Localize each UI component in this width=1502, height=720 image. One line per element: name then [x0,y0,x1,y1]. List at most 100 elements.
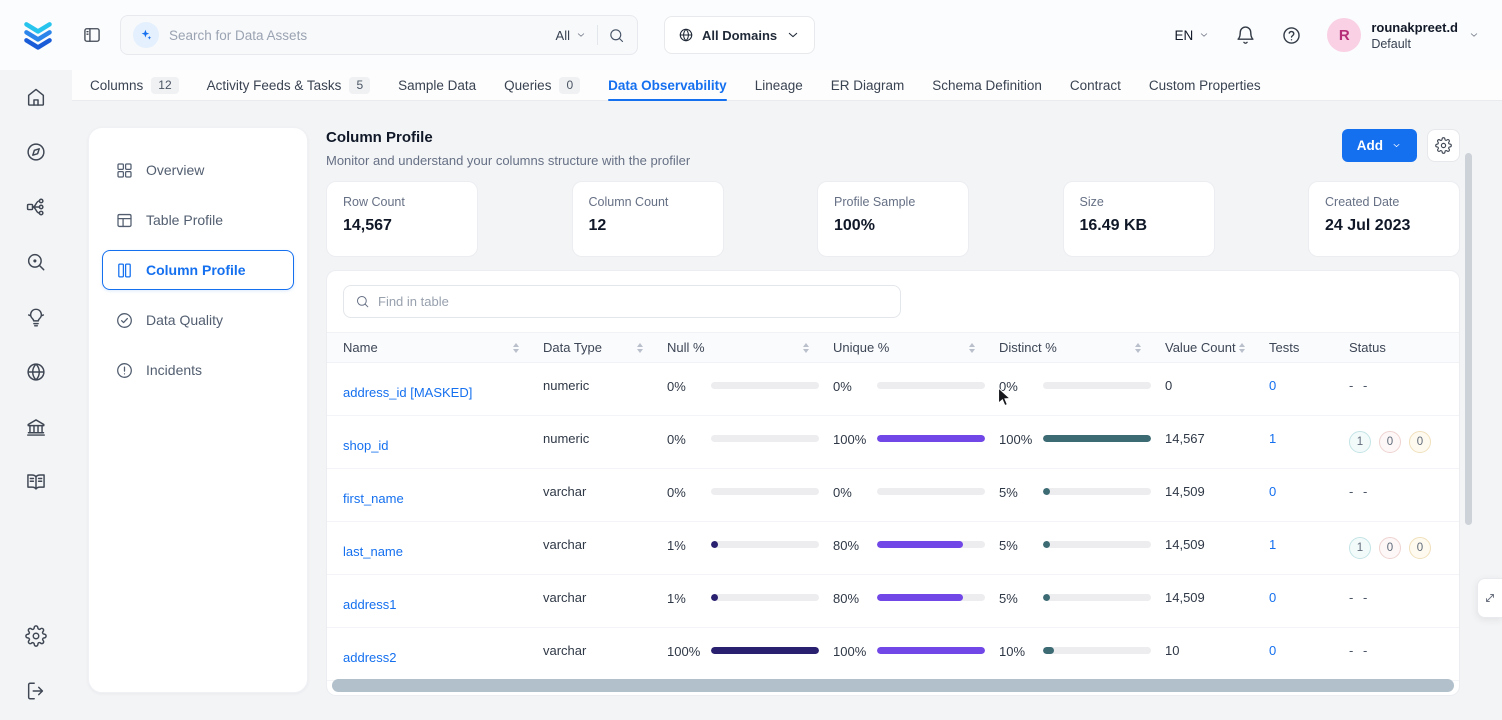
tests-link[interactable]: 0 [1269,643,1276,658]
column-header-null[interactable]: Null % [667,340,833,355]
tab-label: Sample Data [398,78,476,93]
column-name-link[interactable]: address_id [MASKED] [343,385,472,400]
user-menu[interactable]: R rounakpreet.d Default [1327,18,1480,52]
unique-bar-fill [877,435,985,442]
status-cell: 100 [1349,431,1459,453]
tests-link[interactable]: 0 [1269,590,1276,605]
rail-item-lineage[interactable] [25,196,47,218]
distinct-value: 5% [999,537,1035,556]
user-team: Default [1371,37,1458,51]
tab-columns[interactable]: Columns12 [90,70,179,100]
sort-icon[interactable] [1239,343,1245,353]
distinct-bar [1043,488,1151,495]
tests-cell: 0 [1269,643,1349,658]
tab-label: Schema Definition [932,78,1042,93]
sort-icon[interactable] [637,343,643,353]
value-count-cell: 14,509 [1165,590,1269,605]
rail-item-glossary[interactable] [25,471,47,493]
find-in-table-input[interactable] [378,294,889,309]
ai-sparkle-icon[interactable] [133,22,159,48]
tab-activity-feeds-tasks[interactable]: Activity Feeds & Tasks5 [207,70,370,100]
column-header-tests[interactable]: Tests [1269,340,1349,355]
tab-queries[interactable]: Queries0 [504,70,580,100]
rail-item-insights[interactable] [25,306,47,328]
page-subtitle: Monitor and understand your columns stru… [326,153,690,168]
column-header-name[interactable]: Name [343,340,543,355]
rail-item-logout[interactable] [25,680,47,702]
vertical-scrollbar[interactable] [1465,153,1472,525]
sort-icon[interactable] [969,343,975,353]
column-header-distinct[interactable]: Distinct % [999,340,1165,355]
column-name-link[interactable]: address1 [343,597,396,612]
sort-icon[interactable] [513,343,519,353]
column-header-data-type[interactable]: Data Type [543,340,667,355]
column-name-link[interactable]: address2 [343,650,396,665]
null-cell: 100% [667,643,833,662]
sidebar-toggle-icon[interactable] [82,25,102,45]
global-search-input[interactable] [169,28,546,43]
sidebar-item-incidents[interactable]: Incidents [102,350,294,390]
unique-bar-fill [877,541,963,548]
tests-link[interactable]: 1 [1269,537,1276,552]
rail-main-group [25,86,47,493]
search-scope-dropdown[interactable]: All [556,28,587,43]
notifications-bell-icon[interactable] [1235,25,1256,46]
null-cell: 1% [667,590,833,609]
sort-icon[interactable] [803,343,809,353]
tab-custom-properties[interactable]: Custom Properties [1149,70,1261,100]
null-bar [711,488,819,495]
status-cell: - - [1349,378,1459,393]
tab-label: ER Diagram [831,78,905,93]
tab-data-observability[interactable]: Data Observability [608,70,727,100]
unique-cell: 0% [833,378,999,397]
column-header-label: Name [343,340,378,355]
sidebar-item-table-profile[interactable]: Table Profile [102,200,294,240]
status-cell: - - [1349,484,1459,499]
language-selector[interactable]: EN [1175,28,1211,43]
unique-value: 80% [833,537,869,556]
distinct-cell: 5% [999,484,1165,503]
column-header-unique[interactable]: Unique % [833,340,999,355]
find-row [327,271,1459,332]
null-value: 1% [667,537,703,556]
content-area: Overview Table Profile Column Profile Data … [72,101,1502,720]
add-button[interactable]: Add [1342,129,1417,162]
tests-link[interactable]: 1 [1269,431,1276,446]
unique-bar [877,488,985,495]
distinct-bar-fill [1043,435,1151,442]
tab-lineage[interactable]: Lineage [755,70,803,100]
tab-contract[interactable]: Contract [1070,70,1121,100]
column-name-link[interactable]: first_name [343,491,404,506]
rail-item-govern[interactable] [25,416,47,438]
stat-label: Column Count [589,195,707,209]
tab-er-diagram[interactable]: ER Diagram [831,70,905,100]
column-header-label: Unique % [833,340,889,355]
help-icon[interactable] [1281,25,1302,46]
sort-icon[interactable] [1135,343,1141,353]
column-name-link[interactable]: shop_id [343,438,389,453]
table-row: last_namevarchar1%80%5%14,5091100 [327,522,1459,575]
sidebar-item-overview[interactable]: Overview [102,150,294,190]
rail-item-observability[interactable] [25,251,47,273]
horizontal-scrollbar[interactable] [332,679,1454,692]
search-icon[interactable] [608,27,625,44]
rail-item-home[interactable] [25,86,47,108]
column-header-status[interactable]: Status [1349,340,1459,355]
column-name-link[interactable]: last_name [343,544,403,559]
settings-gear-button[interactable] [1427,129,1460,162]
rail-item-domains[interactable] [25,361,47,383]
domains-selector[interactable]: All Domains [664,16,815,54]
column-header-label: Value Count [1165,340,1236,355]
rail-item-explore[interactable] [25,141,47,163]
sidebar-item-column-profile[interactable]: Column Profile [102,250,294,290]
column-header-value-count[interactable]: Value Count [1165,340,1269,355]
rail-item-settings[interactable] [25,625,47,647]
tests-link[interactable]: 0 [1269,484,1276,499]
rail-bottom-group [25,625,47,702]
tests-link[interactable]: 0 [1269,378,1276,393]
expand-panel-button[interactable] [1477,578,1502,618]
tab-sample-data[interactable]: Sample Data [398,70,476,100]
sidebar-item-label: Table Profile [146,212,223,228]
sidebar-item-data-quality[interactable]: Data Quality [102,300,294,340]
tab-schema-definition[interactable]: Schema Definition [932,70,1042,100]
